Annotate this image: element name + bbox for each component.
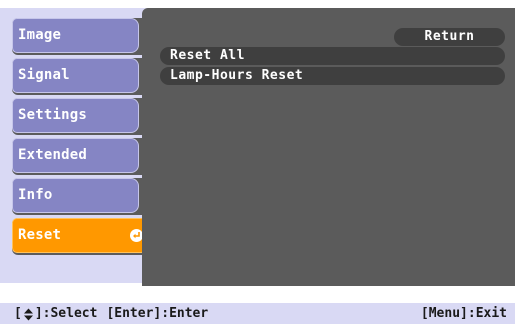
projector-menu-screen: Image Signal Settings Extended Info Rese… [0, 0, 515, 324]
status-left-hints: [ ]:Select [Enter]:Enter [14, 303, 208, 324]
help-statusbar: [ ]:Select [Enter]:Enter [Menu]:Exit [0, 303, 515, 324]
menu-item-face: Reset [12, 218, 149, 253]
reset-all-option[interactable]: Reset All [160, 47, 505, 65]
menu-item-reset[interactable]: Reset [12, 218, 151, 255]
menu-item-settings[interactable]: Settings [12, 98, 151, 135]
menu-item-extended[interactable]: Extended [12, 138, 151, 175]
menu-item-label: Signal [12, 58, 139, 93]
menu-item-label: Info [12, 178, 139, 213]
menu-item-signal[interactable]: Signal [12, 58, 151, 95]
menu-item-info[interactable]: Info [12, 178, 151, 215]
select-hint-suffix: ]:Select [34, 306, 98, 321]
menu-item-label: Reset [18, 227, 62, 243]
up-down-arrow-icon [23, 307, 34, 321]
menu-item-label: Extended [12, 138, 139, 173]
menu-item-label: Image [12, 18, 139, 53]
enter-hint: [Enter]:Enter [106, 306, 209, 321]
return-button[interactable]: Return [394, 28, 505, 46]
main-menu-sidebar: Image Signal Settings Extended Info Rese… [0, 8, 153, 283]
menu-item-label: Settings [12, 98, 139, 133]
menu-item-image[interactable]: Image [12, 18, 151, 55]
lamp-hours-reset-option[interactable]: Lamp-Hours Reset [160, 67, 505, 85]
exit-hint: [Menu]:Exit [420, 306, 507, 321]
select-hint-prefix: [ [14, 306, 22, 321]
